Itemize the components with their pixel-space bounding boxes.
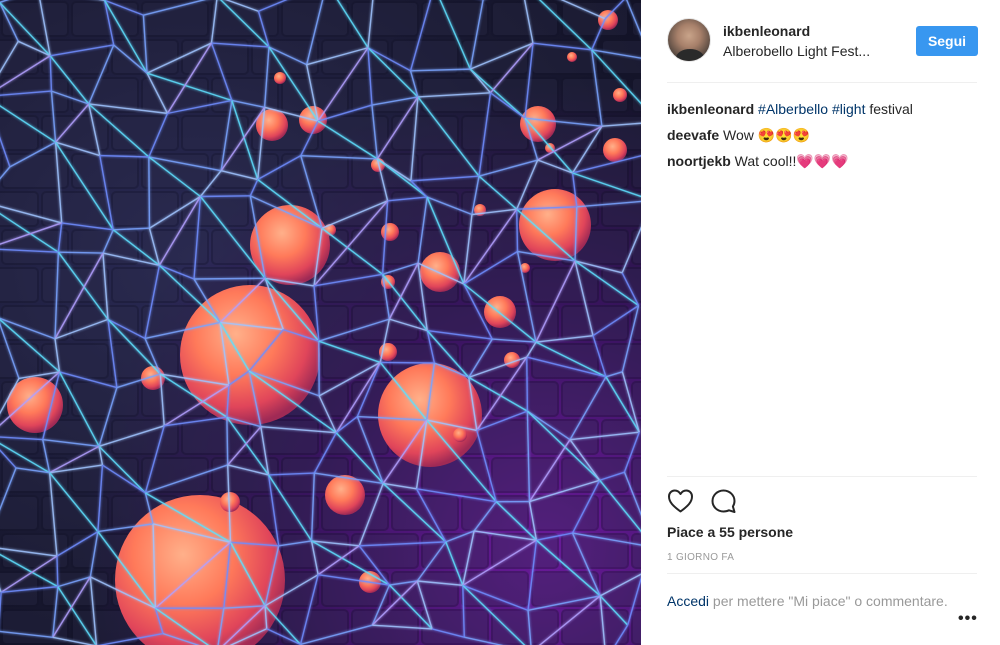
comment-author[interactable]: deevafe [667,127,719,143]
light-installation-image [0,0,641,645]
avatar[interactable] [667,18,711,62]
more-options-icon[interactable]: ••• [958,610,978,628]
post-location[interactable]: Alberobello Light Fest... [723,43,903,59]
comment-text: Wow 😍😍😍 [723,127,811,143]
login-prompt: Accedi per mettere "Mi piace" o commenta… [667,591,977,611]
follow-button[interactable]: Segui [916,26,978,56]
comment-text: festival [865,101,913,117]
post-header: ikbenleonard Alberobello Light Fest... S… [641,0,1000,82]
comment-author[interactable]: noortjekb [667,153,731,169]
post-username[interactable]: ikbenleonard [723,23,810,39]
actions-divider [667,476,977,477]
heart-icon[interactable] [667,488,695,516]
post-side-panel: ikbenleonard Alberobello Light Fest... S… [641,0,1000,645]
login-link[interactable]: Accedi [667,593,709,609]
likes-count[interactable]: Piace a 55 persone [667,524,793,540]
hashtag-link[interactable]: #Alberbello [758,101,828,117]
header-divider [667,82,977,83]
post-photo[interactable] [0,0,641,645]
comment-item: ikbenleonard #Alberbello #light festival [667,96,977,122]
post-timestamp: 1 GIORNO FA [667,552,735,563]
comment-icon[interactable] [710,488,738,516]
footer-divider [667,573,977,574]
comments-list: ikbenleonard #Alberbello #light festival… [667,96,977,174]
comment-item: noortjekb Wat cool!!💗💗💗 [667,148,977,174]
login-prompt-text: per mettere "Mi piace" o commentare. [709,593,948,609]
post-actions [667,488,867,514]
comment-author[interactable]: ikbenleonard [667,101,754,117]
comment-item: deevafe Wow 😍😍😍 [667,122,977,148]
hashtag-link[interactable]: #light [832,101,865,117]
comment-text: Wat cool!!💗💗💗 [734,153,849,169]
